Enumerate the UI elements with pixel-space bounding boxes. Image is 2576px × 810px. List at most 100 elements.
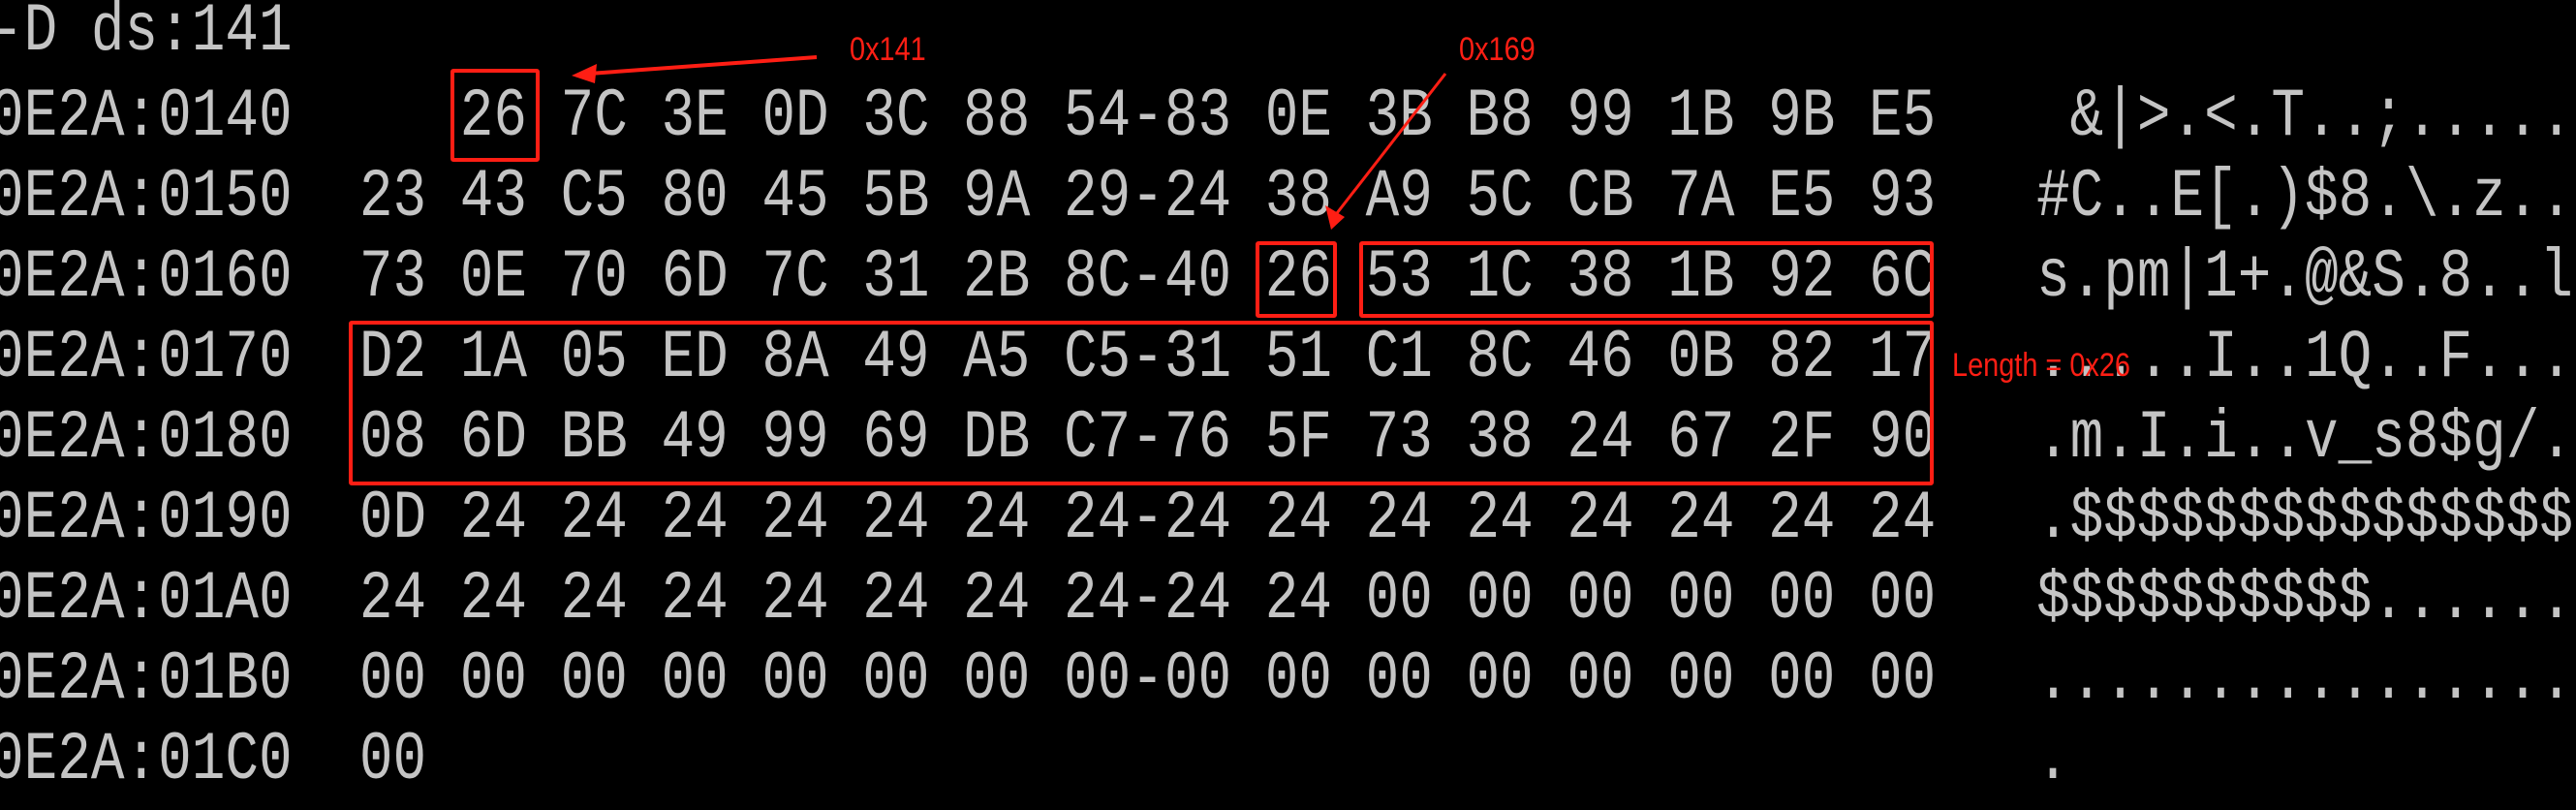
hex-byte: 24 [963,481,1031,559]
hex-byte: 5B [862,159,930,237]
hex-byte: 24 [1466,481,1534,559]
hex-byte: 00 [1264,641,1332,720]
hex-byte: 88 [963,78,1031,157]
hex-byte: 00 [1868,561,1937,639]
hex-byte: 80 [661,159,729,237]
hex-byte: 24 [1868,481,1937,559]
hex-byte: 00 [358,641,427,720]
hex-byte: B8 [1466,78,1534,157]
hex-byte: 24 [1164,481,1232,559]
hex-byte: 6D [661,239,729,318]
hex-byte: 2B [963,239,1031,318]
row-address: 0E2A:0170 [0,320,293,398]
hex-byte: 9A [963,159,1031,237]
row-ascii: .$$$$$$$$$$$$$$$ [2036,481,2573,559]
hex-byte: 00 [963,641,1031,720]
hex-byte: 00 [862,641,930,720]
row-ascii: s.pm|1+.@&S.8..l [2036,239,2573,318]
row-ascii: ................ [2036,641,2573,720]
hex-byte: 00 [1567,641,1634,720]
hex-byte: 00 [1868,641,1937,720]
hex-byte: 24 [1063,561,1132,639]
hex-byte: 00 [1466,561,1534,639]
hex-byte: 00 [1567,561,1634,639]
hex-byte: 3C [862,78,930,157]
hex-byte: 00 [1063,641,1132,720]
hex-byte: 24 [761,481,829,559]
row-address: 0E2A:0150 [0,159,293,237]
hex-byte: 00 [1365,561,1433,639]
row-address: 0E2A:01A0 [0,561,293,639]
hex-byte: 24 [761,561,829,639]
hex-byte: 0D [358,481,427,559]
hex-byte: 00 [661,641,729,720]
hex-byte: 00 [1164,641,1232,720]
row-address: 0E2A:01B0 [0,641,293,720]
hex-byte: 00 [459,641,527,720]
highlight-box-length-block [349,321,1934,485]
hex-byte: 31 [862,239,930,318]
hex-byte: 7C [761,239,829,318]
hex-byte: 7A [1667,159,1735,237]
hex-byte: 24 [963,561,1031,639]
row-ascii: $$$$$$$$$$...... [2036,561,2573,639]
hex-byte: 43 [459,159,527,237]
hex-byte: 00 [1667,561,1735,639]
hex-byte: 24 [1164,159,1232,237]
hex-byte: 24 [1365,481,1433,559]
hex-byte: 24 [1264,481,1332,559]
label-length: Length = 0x26 [1952,347,2130,384]
hex-byte: 3B [1365,78,1433,157]
hex-byte: 3E [661,78,729,157]
hex-byte: 24 [661,481,729,559]
hex-byte: 0D [761,78,829,157]
hex-byte: 24 [862,481,930,559]
hex-byte: 24 [1667,481,1735,559]
label-0x169: 0x169 [1459,31,1536,68]
hex-byte: 00 [761,641,829,720]
hex-byte: C5 [560,159,628,237]
hex-byte: 38 [1264,159,1332,237]
hex-byte: 8C [1063,239,1132,318]
hex-byte: 24 [661,561,729,639]
hex-byte: 24 [1164,561,1232,639]
row-address: 0E2A:0190 [0,481,293,559]
highlight-box-0x141 [450,69,540,162]
hex-byte: 24 [1567,481,1634,559]
hex-byte: 00 [560,641,628,720]
hex-byte: 00 [1768,641,1836,720]
hex-byte: 24 [358,561,427,639]
hex-byte: 00 [1365,641,1433,720]
hex-byte: 93 [1868,159,1937,237]
row-address: 0E2A:0180 [0,400,293,479]
hex-byte: 00 [1667,641,1735,720]
hex-byte: E5 [1768,159,1836,237]
hex-byte: 0E [459,239,527,318]
highlight-box-length-row1 [1359,241,1934,318]
row-ascii: #C..E[.)$8.\.z.. [2036,159,2573,237]
hex-byte: 23 [358,159,427,237]
highlight-box-0x169 [1256,241,1337,318]
hex-byte: 24 [1768,481,1836,559]
hex-byte: 24 [459,561,527,639]
hex-byte: 24 [862,561,930,639]
hex-byte: 24 [560,481,628,559]
hex-byte: 45 [761,159,829,237]
hex-byte: 70 [560,239,628,318]
hex-byte: 83 [1164,78,1232,157]
label-0x141: 0x141 [850,31,926,68]
hex-byte: 00 [1466,641,1534,720]
hex-byte: 0E [1264,78,1332,157]
hex-byte: 1B [1667,78,1735,157]
hex-byte: 24 [560,561,628,639]
row-address: 0E2A:01C0 [0,722,293,800]
hex-byte: CB [1567,159,1634,237]
hex-byte: 24 [1264,561,1332,639]
row-ascii: .m.I.i..v_s8$g/. [2036,400,2573,479]
row-address: 0E2A:0140 [0,78,293,157]
row-address: 0E2A:0160 [0,239,293,318]
hex-byte: 24 [459,481,527,559]
hex-byte: 00 [358,722,427,800]
hex-byte: 29 [1063,159,1132,237]
hex-byte: 7C [560,78,628,157]
